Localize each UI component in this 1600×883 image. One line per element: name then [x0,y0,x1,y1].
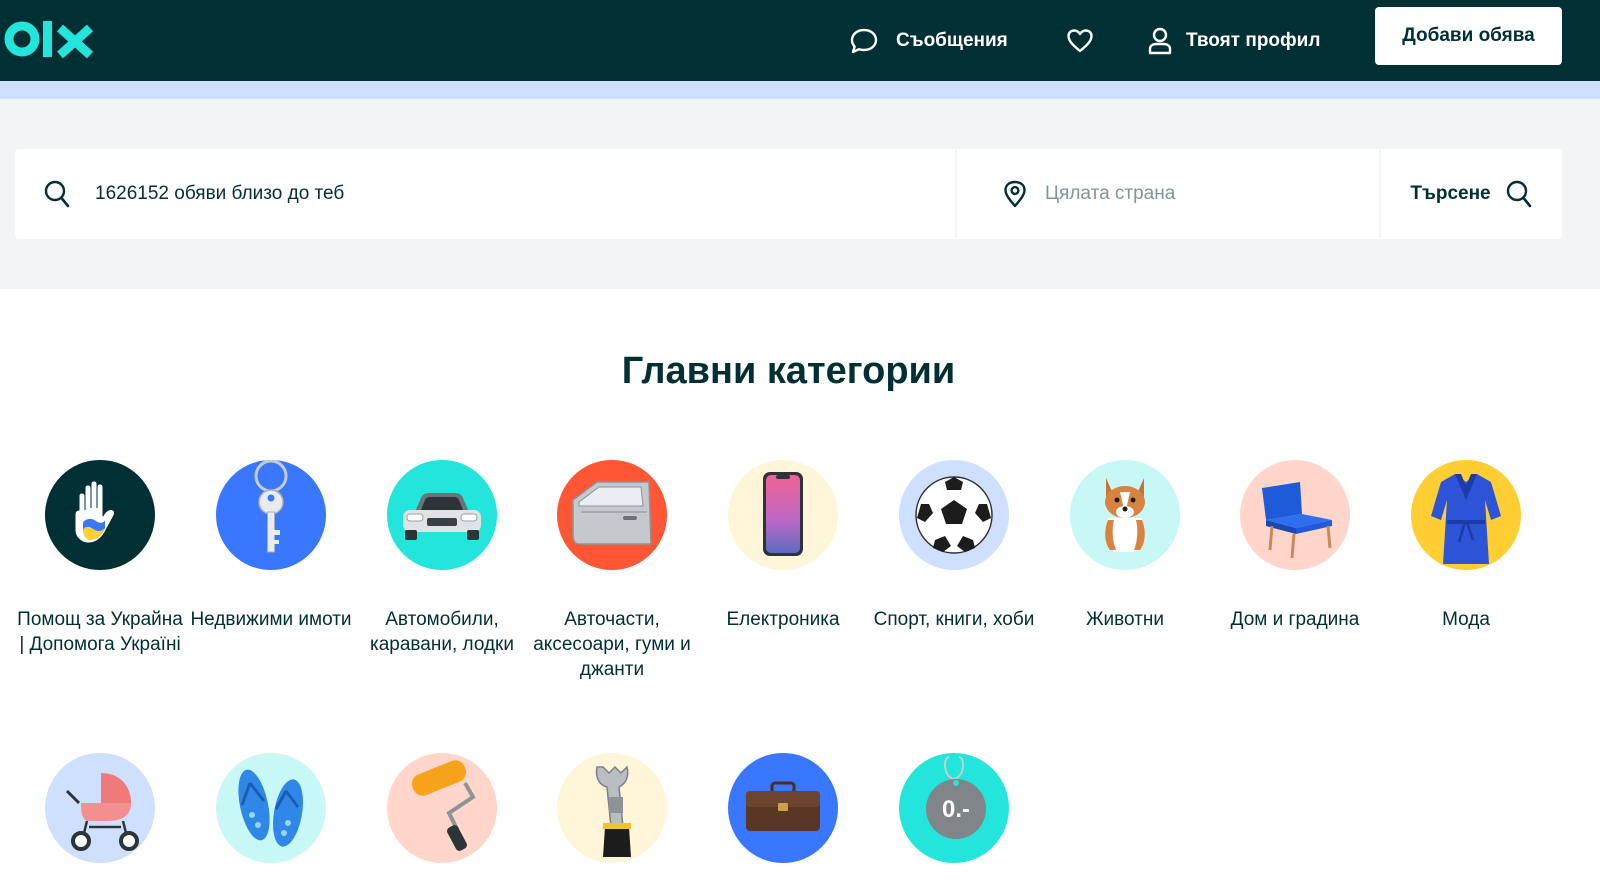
add-ad-button[interactable]: Добави обява [1375,7,1562,65]
ukraine-help-hand-icon [45,460,155,570]
category-real-estate[interactable]: Недвижими имоти [186,460,356,632]
paint-roller-icon [387,753,497,863]
search-icon [44,180,70,208]
location-placeholder: Цялата страна [1045,183,1176,204]
search-box: 1626152 обяви близо до теб Цялата страна… [15,149,1562,239]
category-services[interactable] [527,753,697,863]
category-sport-books-hobby[interactable]: Спорт, книги, хоби [869,460,1039,632]
search-button-label: Търсене [1410,183,1491,204]
category-ukraine-help[interactable]: Помощ за Украйна | Допомога Україні [15,460,185,657]
briefcase-icon [728,753,838,863]
user-icon [1148,27,1172,54]
messages-link[interactable]: Съобщения [850,0,1008,81]
category-animals[interactable]: Животни [1040,460,1210,632]
svg-text:0.-: 0.- [942,796,970,823]
category-label: Дом и градина [1230,609,1360,630]
category-label: Мода [1442,609,1490,630]
armchair-icon [1240,460,1350,570]
category-label: Недвижими имоти [190,609,352,630]
key-icon [216,460,326,570]
category-baby[interactable] [15,753,185,863]
main-categories-title: Главни категории [621,350,956,392]
profile-link[interactable]: Твоят профил [1148,0,1320,81]
search-button[interactable]: Търсене [1381,149,1562,239]
category-label: Електроника [726,609,840,630]
category-summer[interactable] [186,753,356,863]
category-home-garden[interactable]: Дом и градина [1210,460,1380,632]
messages-label: Съобщения [896,29,1008,51]
category-car-parts[interactable]: Авточасти, аксесоари, гуми и джанти [527,460,697,682]
search-input[interactable]: 1626152 обяви близо до теб [15,149,955,239]
category-cars[interactable]: Автомобили, каравани, лодки [357,460,527,657]
flip-flops-icon [216,753,326,863]
category-free[interactable]: 0.- [869,753,1039,863]
chat-bubble-icon [850,28,878,53]
category-label: Автомобили, каравани, лодки [369,609,514,655]
location-input[interactable]: Цялата страна [957,149,1379,239]
olx-logo[interactable] [4,15,96,63]
category-fashion[interactable]: Мода [1381,460,1551,632]
football-icon [899,460,1009,570]
search-icon [1506,180,1531,208]
category-label: Помощ за Украйна | Допомога Україні [17,609,183,655]
dog-icon [1070,460,1180,570]
search-band: 1626152 обяви близо до теб Цялата страна… [0,99,1600,289]
profile-label: Твоят профил [1186,29,1321,51]
category-repair[interactable] [357,753,527,863]
search-placeholder: 1626152 обяви близо до теб [95,183,345,204]
favourites-link[interactable] [1066,0,1094,81]
category-label: Спорт, книги, хоби [873,609,1035,630]
car-door-icon [557,460,667,570]
heart-icon [1067,28,1093,52]
category-label: Животни [1086,609,1164,630]
location-pin-icon [1004,180,1026,208]
smartphone-icon [728,460,838,570]
baby-stroller-icon [45,753,155,863]
category-electronics[interactable]: Електроника [698,460,868,632]
category-label: Авточасти, аксесоари, гуми и джанти [533,609,691,680]
price-tag-icon: 0.- [899,753,1009,863]
top-header: Съобщения Твоят профил Добави обява [0,0,1600,81]
header-stripe [0,81,1600,99]
wrench-icon [557,753,667,863]
category-jobs[interactable] [698,753,868,863]
dress-icon [1411,460,1521,570]
car-icon [387,460,497,570]
